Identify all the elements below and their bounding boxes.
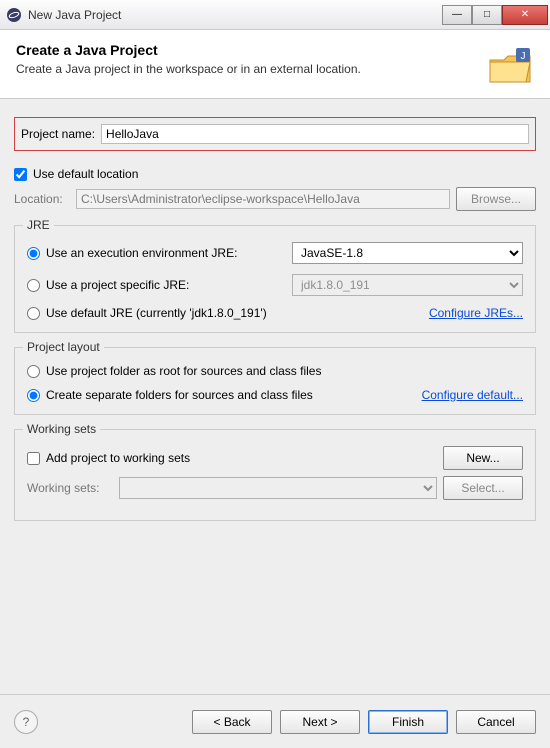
configure-default-link[interactable]: Configure default... [422,388,523,402]
wizard-footer: ? < Back Next > Finish Cancel [0,694,550,748]
eclipse-icon [6,7,22,23]
project-specific-label: Use a project specific JRE: [46,278,286,292]
wizard-header: Create a Java Project Create a Java proj… [0,30,550,99]
maximize-button[interactable]: □ [472,5,502,25]
project-specific-select: jdk1.8.0_191 [292,274,523,296]
working-sets-title: Working sets [23,422,100,436]
add-working-sets-label: Add project to working sets [46,451,190,465]
exec-env-radio[interactable] [27,247,40,260]
select-working-sets-button[interactable]: Select... [443,476,523,500]
separate-folders-radio[interactable] [27,389,40,402]
browse-button[interactable]: Browse... [456,187,536,211]
next-button[interactable]: Next > [280,710,360,734]
working-sets-section: Working sets Add project to working sets… [14,429,536,521]
cancel-button[interactable]: Cancel [456,710,536,734]
back-button[interactable]: < Back [192,710,272,734]
location-label: Location: [14,192,70,206]
svg-text:J: J [521,51,526,62]
page-description: Create a Java project in the workspace o… [16,62,486,76]
exec-env-label: Use an execution environment JRE: [46,246,286,260]
jre-section: JRE Use an execution environment JRE: Ja… [14,225,536,333]
project-specific-radio[interactable] [27,279,40,292]
root-folder-label: Use project folder as root for sources a… [46,364,321,378]
configure-jres-link[interactable]: Configure JREs... [429,306,523,320]
window-title: New Java Project [28,8,442,22]
minimize-button[interactable]: — [442,5,472,25]
add-working-sets-checkbox[interactable] [27,452,40,465]
finish-button[interactable]: Finish [368,710,448,734]
close-button[interactable]: ✕ [502,5,548,25]
page-title: Create a Java Project [16,42,486,58]
jre-section-title: JRE [23,218,54,232]
folder-java-icon: J [486,42,534,90]
project-name-input[interactable] [101,124,529,144]
use-default-location-checkbox[interactable] [14,168,27,181]
project-layout-section: Project layout Use project folder as roo… [14,347,536,415]
project-name-row: Project name: [14,117,536,151]
new-working-set-button[interactable]: New... [443,446,523,470]
separate-folders-label: Create separate folders for sources and … [46,388,313,402]
help-button[interactable]: ? [14,710,38,734]
project-name-label: Project name: [21,127,95,141]
root-folder-radio[interactable] [27,365,40,378]
wizard-content: Project name: Use default location Locat… [0,99,550,694]
exec-env-select[interactable]: JavaSE-1.8 [292,242,523,264]
working-sets-select [119,477,437,499]
default-jre-label: Use default JRE (currently 'jdk1.8.0_191… [46,306,267,320]
project-layout-title: Project layout [23,340,104,354]
titlebar: New Java Project — □ ✕ [0,0,550,30]
use-default-location-label: Use default location [33,167,138,181]
working-sets-label: Working sets: [27,481,113,495]
location-input [76,189,450,209]
default-jre-radio[interactable] [27,307,40,320]
